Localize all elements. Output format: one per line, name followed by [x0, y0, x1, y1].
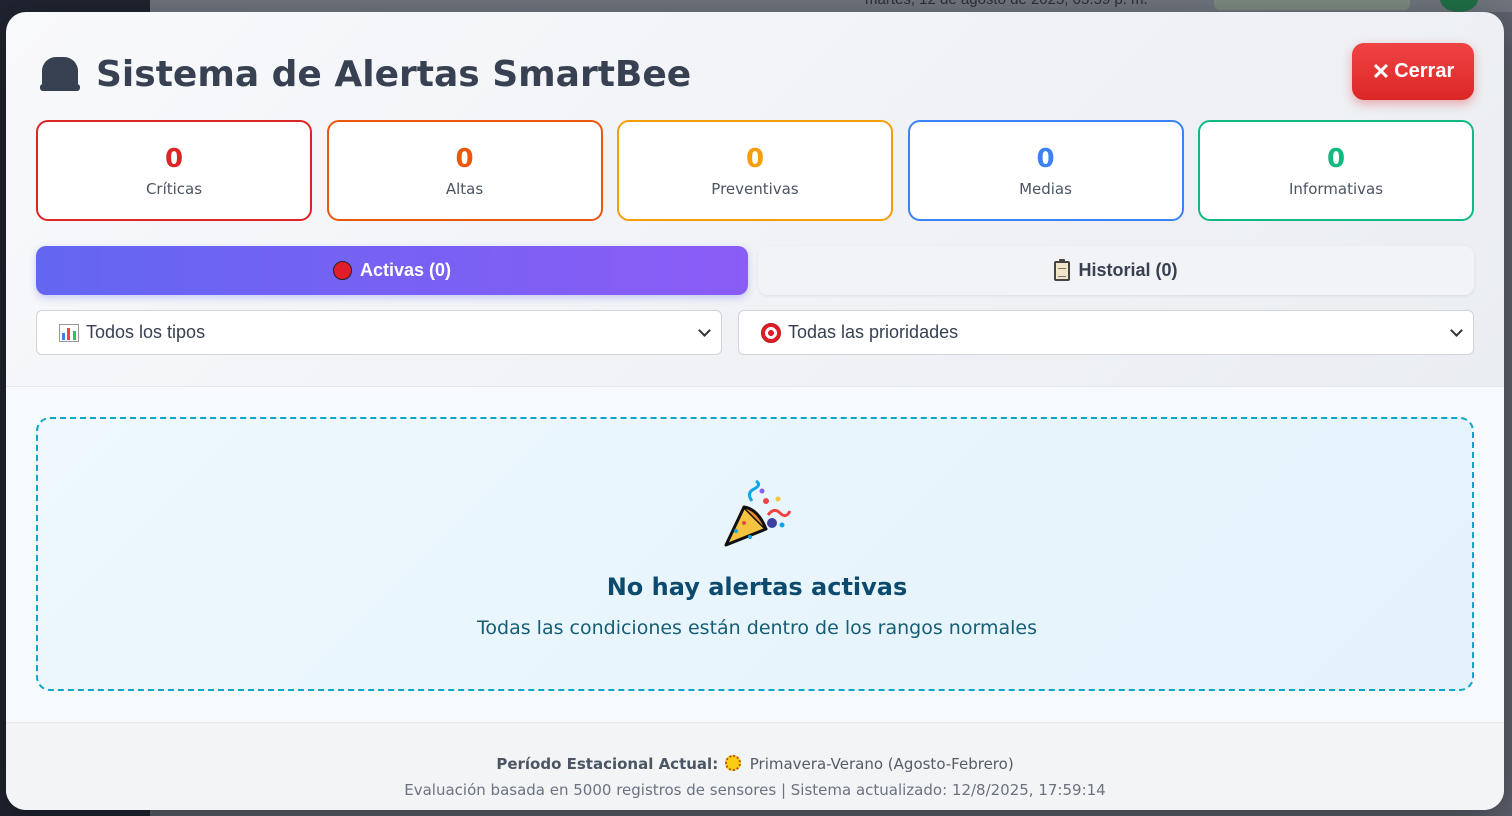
stat-value: 0: [1326, 143, 1346, 174]
alerts-modal: Sistema de Alertas SmartBee ✕ Cerrar 0 C…: [6, 12, 1504, 810]
stat-label: Medias: [1019, 179, 1072, 198]
stat-label: Informativas: [1288, 179, 1384, 198]
empty-state-subtitle: Todas las condiciones están dentro de lo…: [477, 617, 1037, 639]
stat-card-altas: 0 Altas: [326, 120, 603, 221]
season-info: Período Estacional Actual: Primavera-Ver…: [6, 755, 1504, 773]
bell-icon: [40, 57, 80, 91]
alert-tabs: Activas (0) Historial (0): [36, 246, 1474, 295]
close-button-label: Cerrar: [1394, 60, 1455, 82]
season-label: Período Estacional Actual:: [496, 755, 719, 773]
stat-value: 0: [455, 143, 474, 174]
type-filter-select[interactable]: Todos los tipos: [36, 310, 722, 355]
tab-label: Activas (0): [359, 260, 452, 280]
background-status-pill: [1214, 0, 1410, 10]
tab-activas[interactable]: Activas (0): [36, 246, 748, 295]
chevron-down-icon: [698, 324, 711, 337]
target-icon: [761, 322, 781, 343]
stat-card-informativas: 0 Informativas: [1198, 120, 1474, 221]
modal-title: Sistema de Alertas SmartBee: [96, 53, 692, 95]
alert-filters: Todos los tipos Todas las prioridades: [36, 310, 1474, 355]
stat-label: Altas: [445, 179, 484, 198]
close-button[interactable]: ✕ Cerrar: [1352, 43, 1474, 100]
party-popper-icon: [724, 479, 792, 547]
background-date: martes, 12 de agosto de 2025, 05:59 p. m…: [865, 0, 1148, 8]
priority-filter-select[interactable]: Todas las prioridades: [738, 310, 1474, 355]
stat-value: 0: [1036, 143, 1055, 174]
modal-header-area: Sistema de Alertas SmartBee ✕ Cerrar 0 C…: [6, 12, 1504, 386]
modal-footer: Período Estacional Actual: Primavera-Ver…: [6, 722, 1504, 810]
clipboard-icon: [1054, 258, 1071, 281]
sun-icon: [724, 755, 741, 771]
stat-label: Preventivas: [711, 179, 799, 198]
stat-label: Críticas: [145, 179, 203, 198]
system-status-text: Evaluación basada en 5000 registros de s…: [404, 781, 1106, 799]
empty-state: No hay alertas activas Todas las condici…: [36, 417, 1474, 691]
red-circle-icon: [332, 261, 352, 280]
season-value: Primavera-Verano (Agosto-Febrero): [749, 755, 1014, 773]
tab-historial[interactable]: Historial (0): [758, 246, 1474, 295]
type-filter-value: Todos los tipos: [86, 322, 206, 342]
tab-label: Historial (0): [1078, 260, 1178, 280]
stat-card-preventivas: 0 Preventivas: [617, 120, 893, 221]
stat-value: 0: [745, 143, 765, 174]
chevron-down-icon: [1450, 324, 1463, 337]
priority-filter-value: Todas las prioridades: [788, 322, 959, 342]
alerts-content: No hay alertas activas Todas las condici…: [6, 387, 1504, 722]
close-icon: ✕: [1371, 58, 1391, 84]
alert-stats: 0 Críticas 0 Altas 0 Preventivas 0 Media…: [36, 120, 1474, 221]
modal-title-row: Sistema de Alertas SmartBee: [40, 52, 691, 96]
stat-card-medias: 0 Medias: [907, 120, 1184, 221]
empty-state-title: No hay alertas activas: [606, 573, 908, 601]
bar-chart-icon: [59, 323, 79, 342]
stat-value: 0: [164, 143, 184, 174]
stat-card-criticas: 0 Críticas: [36, 120, 312, 221]
